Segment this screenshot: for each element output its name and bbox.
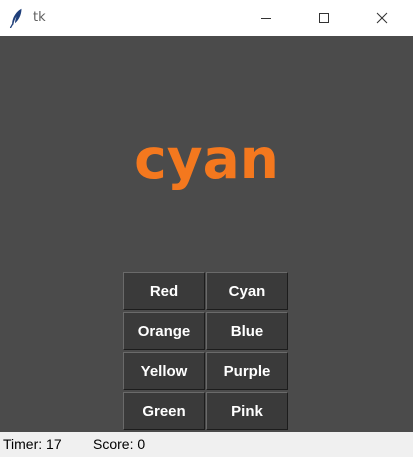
color-word: cyan: [134, 127, 279, 191]
blue-button[interactable]: Blue: [206, 312, 288, 350]
orange-button[interactable]: Orange: [123, 312, 205, 350]
yellow-button[interactable]: Yellow: [123, 352, 205, 390]
timer-label: Timer: 17: [3, 436, 62, 452]
minimize-button[interactable]: [243, 0, 289, 36]
color-button-grid: Red Cyan Orange Blue Yellow Purple Green…: [123, 271, 288, 432]
red-button[interactable]: Red: [123, 272, 205, 310]
minimize-icon: [260, 9, 272, 28]
close-button[interactable]: [359, 0, 405, 36]
close-icon: [376, 9, 388, 28]
maximize-icon: [318, 9, 330, 28]
app-window: tk cyan Red Cyan Orange Blue Yellow Purp…: [0, 0, 413, 457]
purple-button[interactable]: Purple: [206, 352, 288, 390]
feather-icon: [9, 8, 23, 29]
window-title: tk: [33, 10, 46, 25]
green-button[interactable]: Green: [123, 392, 205, 430]
maximize-button[interactable]: [301, 0, 347, 36]
cyan-button[interactable]: Cyan: [206, 272, 288, 310]
status-bar: Timer: 17 Score: 0: [0, 432, 413, 457]
game-area: cyan Red Cyan Orange Blue Yellow Purple …: [0, 36, 413, 432]
score-label: Score: 0: [93, 436, 146, 452]
pink-button[interactable]: Pink: [206, 392, 288, 430]
title-bar[interactable]: tk: [0, 0, 413, 36]
